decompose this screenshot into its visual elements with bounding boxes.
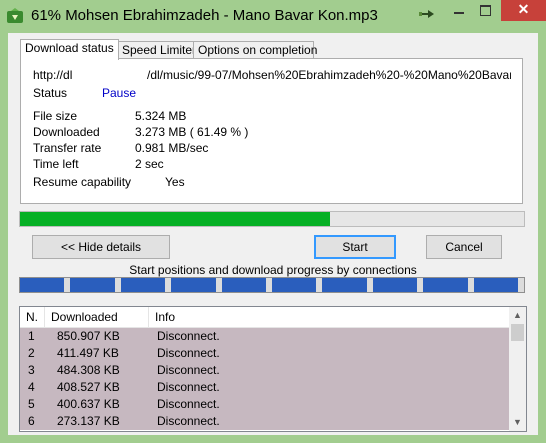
transfer-rate-label: Transfer rate xyxy=(33,141,102,155)
connection-number: 5 xyxy=(28,397,35,411)
connection-info: Disconnect. xyxy=(157,346,220,360)
scroll-up-arrow-icon[interactable]: ▲ xyxy=(509,307,526,324)
connection-progress-segment xyxy=(423,278,468,292)
download-status-panel: http://dl /dl/music/99-07/Mohsen%20Ebrah… xyxy=(20,58,523,204)
url-label: http://dl xyxy=(33,68,73,82)
download-window: 61% Mohsen Ebrahimzadeh - Mano Bavar Kon… xyxy=(0,0,546,443)
minimize-icon xyxy=(454,12,464,14)
connection-info: Disconnect. xyxy=(157,414,220,428)
scroll-thumb[interactable] xyxy=(511,324,524,341)
connection-progress-segment xyxy=(473,278,518,292)
list-scrollbar[interactable]: ▲ ▼ xyxy=(509,307,526,431)
download-progress-bar xyxy=(19,211,525,227)
time-left-value: 2 sec xyxy=(135,157,164,171)
connection-downloaded: 411.497 KB xyxy=(57,346,119,360)
pin-icon[interactable] xyxy=(418,7,440,21)
resume-capability-label: Resume capability xyxy=(33,175,132,189)
column-header-info[interactable]: Info xyxy=(149,307,509,327)
list-body: 1 850.907 KB Disconnect. 2 411.497 KB Disconn… xyxy=(20,328,509,431)
connection-progress-segment xyxy=(372,278,418,292)
time-left-label: Time left xyxy=(33,157,79,171)
connection-progress-segment xyxy=(221,278,266,292)
connection-number: 3 xyxy=(28,363,35,377)
title-bar[interactable]: 61% Mohsen Ebrahimzadeh - Mano Bavar Kon… xyxy=(0,0,546,33)
close-icon: ✕ xyxy=(517,1,530,17)
connection-downloaded: 850.907 KB xyxy=(57,329,120,343)
connection-number: 1 xyxy=(28,329,35,343)
connection-progress-segment xyxy=(120,278,166,292)
file-size-label: File size xyxy=(33,109,78,123)
idm-app-icon xyxy=(7,8,23,23)
maximize-icon xyxy=(480,5,491,16)
connection-info: Disconnect. xyxy=(157,380,220,394)
connection-progress-segment xyxy=(322,278,367,292)
connection-downloaded: 484.308 KB xyxy=(57,363,120,377)
transfer-rate-value: 0.981 MB/sec xyxy=(135,141,209,155)
tab-options-on-completion[interactable]: Options on completion xyxy=(193,41,317,59)
connection-number: 4 xyxy=(28,380,35,394)
connection-progress-segment xyxy=(20,278,65,292)
table-row[interactable]: 4 408.527 KB Disconnect. xyxy=(20,379,509,396)
status-value: Pause xyxy=(102,86,137,100)
connection-info: Disconnect. xyxy=(157,363,220,377)
connection-info: Disconnect. xyxy=(157,397,220,411)
connection-progress-segment xyxy=(70,278,115,292)
resume-capability-value: Yes xyxy=(165,175,185,189)
connections-list[interactable]: N. Downloaded Info 1 850.907 KB Disconnect… xyxy=(19,306,527,432)
connection-progress-segment xyxy=(272,278,317,292)
table-row[interactable]: 2 411.497 KB Disconnect. xyxy=(20,345,509,362)
table-row[interactable]: 6 273.137 KB Disconnect. xyxy=(20,413,509,430)
tab-speed-limiter[interactable]: Speed Limiter xyxy=(117,41,196,59)
download-progress-fill xyxy=(20,212,330,226)
cancel-button[interactable]: Cancel xyxy=(426,235,502,259)
close-button[interactable]: ✕ xyxy=(501,0,546,21)
maximize-button[interactable] xyxy=(472,0,498,21)
connection-progress-segment xyxy=(171,278,216,292)
connections-caption: Start positions and download progress by… xyxy=(129,263,417,277)
downloaded-value: 3.273 MB ( 61.49 % ) xyxy=(135,125,249,139)
connections-progress-bar xyxy=(19,277,525,293)
column-header-downloaded[interactable]: Downloaded xyxy=(45,307,149,327)
list-header: N. Downloaded Info xyxy=(20,307,509,328)
minimize-button[interactable] xyxy=(446,0,472,21)
start-button[interactable]: Start xyxy=(314,235,396,259)
hide-details-button[interactable]: << Hide details xyxy=(32,235,170,259)
connection-downloaded: 400.637 KB xyxy=(57,397,120,411)
scroll-down-arrow-icon[interactable]: ▼ xyxy=(509,414,526,431)
file-size-value: 5.324 MB xyxy=(135,109,187,123)
tab-download-status[interactable]: Download status xyxy=(20,39,119,60)
table-row[interactable]: 1 850.907 KB Disconnect. xyxy=(20,328,509,345)
table-row[interactable]: 5 400.637 KB Disconnect. xyxy=(20,396,509,413)
url-value: /dl/music/99-07/Mohsen%20Ebrahimzadeh%20… xyxy=(147,68,511,82)
connection-downloaded: 273.137 KB xyxy=(57,414,120,428)
connection-number: 6 xyxy=(28,414,35,428)
downloaded-label: Downloaded xyxy=(33,125,100,139)
connection-info: Disconnect. xyxy=(157,329,220,343)
table-row[interactable]: 3 484.308 KB Disconnect. xyxy=(20,362,509,379)
status-label: Status xyxy=(33,86,68,100)
window-title: 61% Mohsen Ebrahimzadeh - Mano Bavar Kon… xyxy=(31,7,378,24)
column-header-n[interactable]: N. xyxy=(20,307,45,327)
connection-number: 2 xyxy=(28,346,35,360)
connection-downloaded: 408.527 KB xyxy=(57,380,120,394)
dialog-body: Download status Speed Limiter Options on… xyxy=(8,33,538,435)
